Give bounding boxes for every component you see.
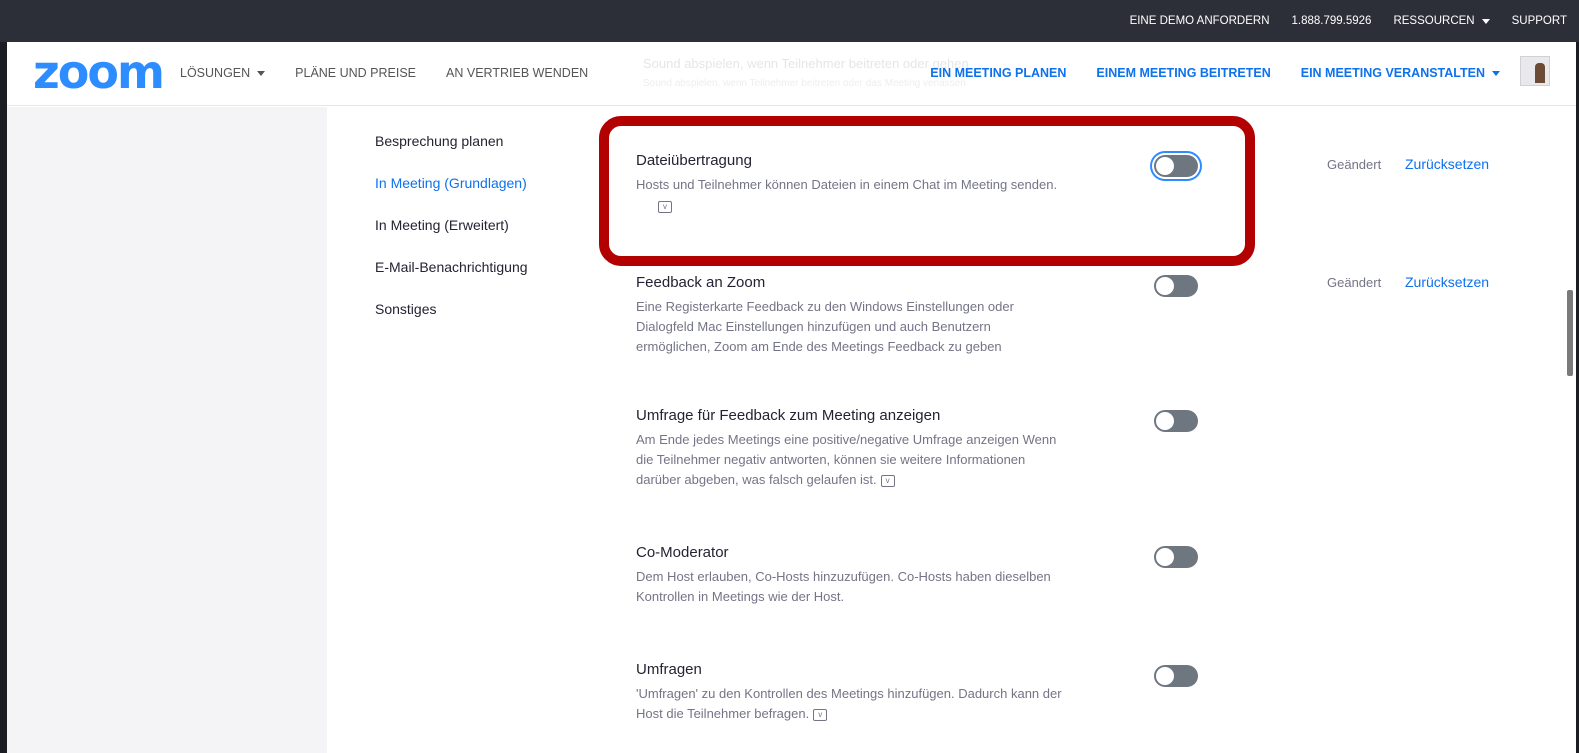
setting-feedback-to-zoom: Feedback an Zoom Eine Registerkarte Feed… (636, 273, 1156, 357)
desc-line: darüber abgeben, was falsch gelaufen ist… (636, 472, 877, 487)
feedback-to-zoom-toggle[interactable] (1154, 275, 1198, 297)
contact-sales-link[interactable]: AN VERTRIEB WENDEN (446, 66, 588, 80)
reset-link[interactable]: Zurücksetzen (1405, 274, 1489, 290)
subnav-item-schedule-meeting[interactable]: Besprechung planen (375, 131, 528, 173)
desc-line: Kontrollen in Meetings wie der Host. (636, 589, 845, 604)
info-icon[interactable]: v (880, 474, 895, 487)
desc-line: Host die Teilnehmer befragen. (636, 706, 810, 721)
subnav-item-in-meeting-advanced[interactable]: In Meeting (Erweitert) (375, 215, 528, 257)
resources-menu[interactable]: RESSOURCEN (1393, 15, 1490, 27)
chevron-down-icon (1492, 70, 1500, 76)
desc-line: Dem Host erlauben, Co-Hosts hinzuzufügen… (636, 569, 1051, 584)
desc-line: Eine Registerkarte Feedback zu den Windo… (636, 299, 1014, 314)
toggle-knob (1156, 548, 1174, 566)
subnav-item-other[interactable]: Sonstiges (375, 299, 528, 341)
avatar[interactable] (1520, 56, 1550, 86)
host-meeting-label: EIN MEETING VERANSTALTEN (1300, 66, 1485, 80)
request-demo-link[interactable]: EINE DEMO ANFORDERN (1130, 15, 1270, 27)
host-meeting-menu[interactable]: EIN MEETING VERANSTALTEN (1301, 66, 1500, 80)
plans-pricing-link[interactable]: PLÄNE UND PREISE (295, 66, 416, 80)
feedback-survey-toggle[interactable] (1154, 410, 1198, 432)
toggle-knob (1156, 667, 1174, 685)
schedule-meeting-link[interactable]: EIN MEETING PLANEN (930, 66, 1066, 80)
setting-description: Dem Host erlauben, Co-Hosts hinzuzufügen… (636, 567, 1156, 607)
solutions-menu[interactable]: LÖSUNGEN (180, 66, 266, 80)
join-meeting-link[interactable]: EINEM MEETING BEITRETEN (1096, 66, 1270, 80)
desc-line-with-info: darüber abgeben, was falsch gelaufen ist… (636, 470, 1156, 490)
top-utility-bar: EINE DEMO ANFORDERN 1.888.799.5926 RESSO… (0, 0, 1579, 42)
polling-toggle[interactable] (1154, 665, 1198, 687)
setting-title: Feedback an Zoom (636, 274, 766, 291)
setting-co-host: Co-Moderator Dem Host erlauben, Co-Hosts… (636, 543, 1156, 607)
scrollbar[interactable] (1567, 290, 1573, 376)
setting-title: Umfragen (636, 661, 702, 678)
phone-number: 1.888.799.5926 (1291, 15, 1372, 27)
reset-link[interactable]: Zurücksetzen (1405, 156, 1489, 172)
left-sidebar-background (7, 107, 327, 753)
toggle-knob (1156, 277, 1174, 295)
info-icon[interactable]: v (813, 708, 828, 721)
desc-line: Dialogfeld Mac Einstellungen hinzufügen … (636, 319, 991, 334)
status-badge: Geändert (1327, 157, 1382, 172)
status-badge: Geändert (1327, 275, 1382, 290)
nav-left-group: LÖSUNGEN PLÄNE UND PREISE AN VERTRIEB WE… (180, 66, 618, 80)
toggle-knob (1156, 412, 1174, 430)
resources-label: RESSOURCEN (1393, 15, 1475, 27)
support-link[interactable]: SUPPORT (1512, 15, 1567, 27)
setting-feedback-survey: Umfrage für Feedback zum Meeting anzeige… (636, 406, 1156, 490)
chevron-down-icon (1481, 18, 1490, 24)
solutions-label: LÖSUNGEN (180, 66, 251, 80)
desc-line: 'Umfragen' zu den Kontrollen des Meeting… (636, 686, 1062, 701)
setting-title: Umfrage für Feedback zum Meeting anzeige… (636, 407, 941, 424)
zoom-logo[interactable]: zoom (33, 49, 165, 95)
subnav-item-in-meeting-basic[interactable]: In Meeting (Grundlagen) (375, 173, 528, 215)
window-frame-left (0, 0, 7, 753)
nav-right-group: EIN MEETING PLANEN EINEM MEETING BEITRET… (900, 66, 1500, 80)
chevron-down-icon (257, 70, 266, 76)
setting-title: Co-Moderator (636, 544, 729, 561)
setting-description: Eine Registerkarte Feedback zu den Windo… (636, 297, 1156, 357)
settings-subnav: Besprechung planen In Meeting (Grundlage… (375, 131, 528, 341)
co-host-toggle[interactable] (1154, 546, 1198, 568)
main-navbar: zoom Sound abspielen, wenn Teilnehmer be… (7, 42, 1576, 106)
desc-line-with-info: Host die Teilnehmer befragen. v (636, 704, 1156, 724)
highlight-annotation-box (599, 116, 1255, 266)
desc-line: die Teilnehmer negativ antworten, können… (636, 452, 1026, 467)
desc-line: ermöglichen, Zoom am Ende des Meetings F… (636, 339, 1002, 354)
subnav-item-email-notification[interactable]: E-Mail-Benachrichtigung (375, 257, 528, 299)
desc-line: Am Ende jedes Meetings eine positive/neg… (636, 432, 1057, 447)
setting-polling: Umfragen 'Umfragen' zu den Kontrollen de… (636, 660, 1156, 724)
setting-description: Am Ende jedes Meetings eine positive/neg… (636, 430, 1156, 490)
setting-description: 'Umfragen' zu den Kontrollen des Meeting… (636, 684, 1156, 724)
